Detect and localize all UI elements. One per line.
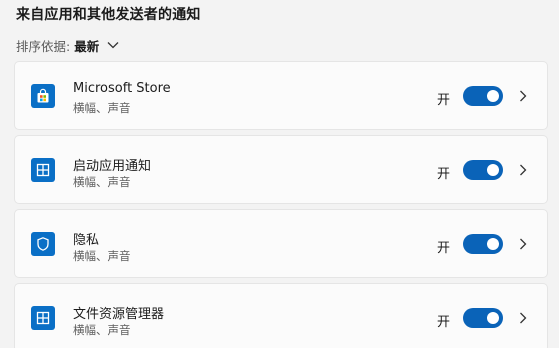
app-notification-types: 横幅、声音 [73, 101, 131, 115]
notification-toggle[interactable] [463, 160, 503, 180]
toggle-state-label: 开 [437, 167, 451, 182]
app-notification-types: 横幅、声音 [73, 323, 131, 337]
toggle-knob [487, 238, 499, 250]
app-name: Microsoft Store [73, 81, 171, 96]
toggle-knob [487, 312, 499, 324]
app-name: 文件资源管理器 [73, 307, 165, 322]
app-name: 启动应用通知 [73, 159, 152, 174]
app-name: 隐私 [73, 233, 100, 248]
app-notification-row-startup-apps[interactable]: 启动应用通知 横幅、声音 开 [14, 135, 548, 204]
app-notification-row-microsoft-store[interactable]: Microsoft Store 横幅、声音 开 [14, 61, 548, 130]
app-notification-row-file-explorer[interactable]: 文件资源管理器 横幅、声音 开 [14, 283, 548, 348]
chevron-right-icon[interactable] [518, 311, 528, 325]
store-icon [31, 84, 55, 108]
chevron-right-icon[interactable] [518, 89, 528, 103]
notification-toggle[interactable] [463, 234, 503, 254]
shield-icon [31, 232, 55, 256]
notification-toggle[interactable] [463, 308, 503, 328]
notifications-settings-page: 来自应用和其他发送者的通知 排序依据: 最新 Microsoft Store 横… [0, 0, 559, 348]
section-title: 来自应用和其他发送者的通知 [16, 7, 201, 23]
chevron-down-icon [107, 41, 119, 49]
toggle-state-label: 开 [437, 93, 451, 108]
notification-toggle[interactable] [463, 86, 503, 106]
sort-value: 最新 [74, 38, 100, 54]
toggle-knob [487, 90, 499, 102]
chevron-right-icon[interactable] [518, 163, 528, 177]
toggle-state-label: 开 [437, 241, 451, 256]
app-window-icon [31, 306, 55, 330]
sort-label: 排序依据: [16, 38, 71, 54]
toggle-state-label: 开 [437, 315, 451, 330]
chevron-right-icon[interactable] [518, 237, 528, 251]
app-notification-row-privacy[interactable]: 隐私 横幅、声音 开 [14, 209, 548, 278]
app-notification-types: 横幅、声音 [73, 175, 131, 189]
app-window-icon [31, 158, 55, 182]
toggle-knob [487, 164, 499, 176]
app-notification-types: 横幅、声音 [73, 249, 131, 263]
sort-dropdown[interactable]: 排序依据: 最新 [16, 36, 119, 54]
